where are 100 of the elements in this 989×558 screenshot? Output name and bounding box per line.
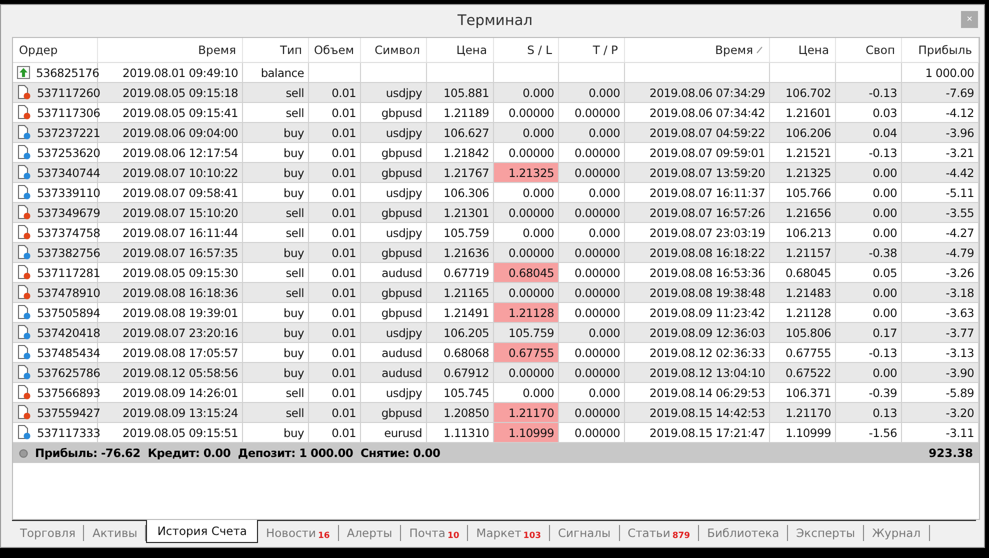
tab[interactable]: История Счета: [146, 520, 258, 543]
table-cell: -3.77: [902, 323, 979, 343]
table-cell: 0.00000: [494, 203, 559, 223]
table-cell: 2019.08.07 16:57:26: [625, 203, 770, 223]
order-number: 537566893: [37, 386, 100, 400]
table-cell: 2019.08.15 14:42:53: [625, 403, 770, 423]
table-cell: 0.01: [309, 243, 361, 263]
table-cell: -4.79: [902, 243, 979, 263]
table-cell: audusd: [361, 363, 427, 383]
table-cell: -3.90: [902, 363, 979, 383]
tab[interactable]: Библиотека: [699, 525, 788, 541]
table-cell: sell: [243, 283, 309, 303]
table-cell: 0.01: [309, 283, 361, 303]
table-cell: 0.17: [836, 323, 902, 343]
table-cell: 1.21301: [427, 203, 494, 223]
column-header[interactable]: Ордер: [13, 38, 98, 62]
table-cell: -4.42: [902, 163, 979, 183]
order-number: 537117260: [37, 86, 100, 100]
table-cell: buy: [243, 323, 309, 343]
table-cell: 0.00000: [559, 163, 625, 183]
order-number: 537117281: [37, 266, 100, 280]
table-cell: 2019.08.07 13:59:20: [625, 163, 770, 183]
tab[interactable]: Торговля: [12, 525, 84, 541]
tab[interactable]: Журнал: [864, 525, 930, 541]
order-number: 537237221: [37, 126, 100, 140]
tab[interactable]: Маркет $_{103}$: [468, 525, 550, 541]
table-cell: 1.21656: [770, 203, 836, 223]
tab[interactable]: Алерты: [338, 525, 402, 541]
table-cell: -7.69: [902, 83, 979, 103]
table-cell: 1.21483: [770, 283, 836, 303]
column-header[interactable]: Прибыль: [902, 38, 979, 62]
order-number: 537117333: [37, 426, 100, 440]
tab[interactable]: Статьи $_{879}$: [620, 525, 700, 541]
sort-icon: [756, 46, 763, 54]
table-cell: 0.00000: [559, 403, 625, 423]
table-cell: 0.000: [559, 83, 625, 103]
summary-text: Прибыль: -76.62 Кредит: 0.00 Депозит: 1 000.00 Снятие: 0.00: [35, 446, 440, 460]
table-cell: 0.68045: [494, 263, 559, 283]
table-cell: gbpusd: [361, 283, 427, 303]
table-cell: 2019.08.12 13:04:10: [625, 363, 770, 383]
order-number: 537420418: [37, 326, 100, 340]
table-cell: 2019.08.07 04:59:22: [625, 123, 770, 143]
table-cell: 2019.08.06 09:04:00: [98, 123, 243, 143]
table-cell: 0.00000: [559, 203, 625, 223]
column-header[interactable]: Тип: [243, 38, 309, 62]
column-header[interactable]: S / L: [494, 38, 559, 62]
table-cell: 2019.08.06 07:34:29: [625, 83, 770, 103]
table-cell: 2019.08.09 13:15:24: [98, 403, 243, 423]
tab[interactable]: Почта $_{10}$: [401, 525, 468, 541]
table-cell: 0.00000: [559, 243, 625, 263]
table-cell: gbpusd: [361, 203, 427, 223]
table-cell: -3.20: [902, 403, 979, 423]
table-cell: 0.04: [836, 123, 902, 143]
table-cell: 0.000: [494, 123, 559, 143]
column-header[interactable]: Символ: [361, 38, 427, 62]
table-cell: 0.00: [836, 283, 902, 303]
column-header[interactable]: Своп: [836, 38, 902, 62]
tab[interactable]: Эксперты: [788, 525, 864, 541]
order-number: 537253620: [37, 146, 100, 160]
order-number: 537374758: [37, 226, 100, 240]
table-cell: usdjpy: [361, 83, 427, 103]
order-number: 537485434: [37, 346, 100, 360]
column-header[interactable]: Время: [625, 38, 770, 62]
table-cell: 0.67522: [770, 363, 836, 383]
table-cell: 0.01: [309, 203, 361, 223]
table-cell: 2019.08.08 16:18:22: [625, 243, 770, 263]
table-cell: gbpusd: [361, 243, 427, 263]
table-cell: sell: [243, 403, 309, 423]
table-cell: gbpusd: [361, 403, 427, 423]
table-cell: 0.000: [494, 83, 559, 103]
table-cell: -3.96: [902, 123, 979, 143]
table-cell: 2019.08.07 15:10:20: [98, 203, 243, 223]
column-header[interactable]: Объем: [309, 38, 361, 62]
table-cell: 1.21325: [494, 163, 559, 183]
column-header[interactable]: T / P: [559, 38, 625, 62]
table-cell: 0.01: [309, 323, 361, 343]
table-cell: 106.206: [770, 123, 836, 143]
table-cell: 0.67755: [494, 343, 559, 363]
table-cell: 0.00000: [559, 363, 625, 383]
order-number: 537382756: [37, 246, 100, 260]
table-cell: 1.21325: [770, 163, 836, 183]
table-cell: sell: [243, 83, 309, 103]
window-title: Терминал: [458, 13, 532, 29]
tab[interactable]: Сигналы: [550, 525, 620, 541]
table-cell: 0.67912: [427, 363, 494, 383]
column-header[interactable]: Цена: [770, 38, 836, 62]
table-cell: 1.21170: [770, 403, 836, 423]
table-cell: 0.01: [309, 403, 361, 423]
order-number: 537559427: [37, 406, 100, 420]
column-header[interactable]: Время: [98, 38, 243, 62]
column-header[interactable]: Цена: [427, 38, 494, 62]
order-number: 537117306: [37, 106, 100, 120]
table-cell: 105.806: [770, 323, 836, 343]
table-cell: 1.21636: [427, 243, 494, 263]
table-cell: usdjpy: [361, 323, 427, 343]
tab[interactable]: Новости $_{16}$: [258, 525, 339, 541]
table-cell: usdjpy: [361, 123, 427, 143]
order-number: 537505894: [37, 306, 100, 320]
table-cell: -0.38: [836, 243, 902, 263]
table-cell: 0.00: [836, 163, 902, 183]
